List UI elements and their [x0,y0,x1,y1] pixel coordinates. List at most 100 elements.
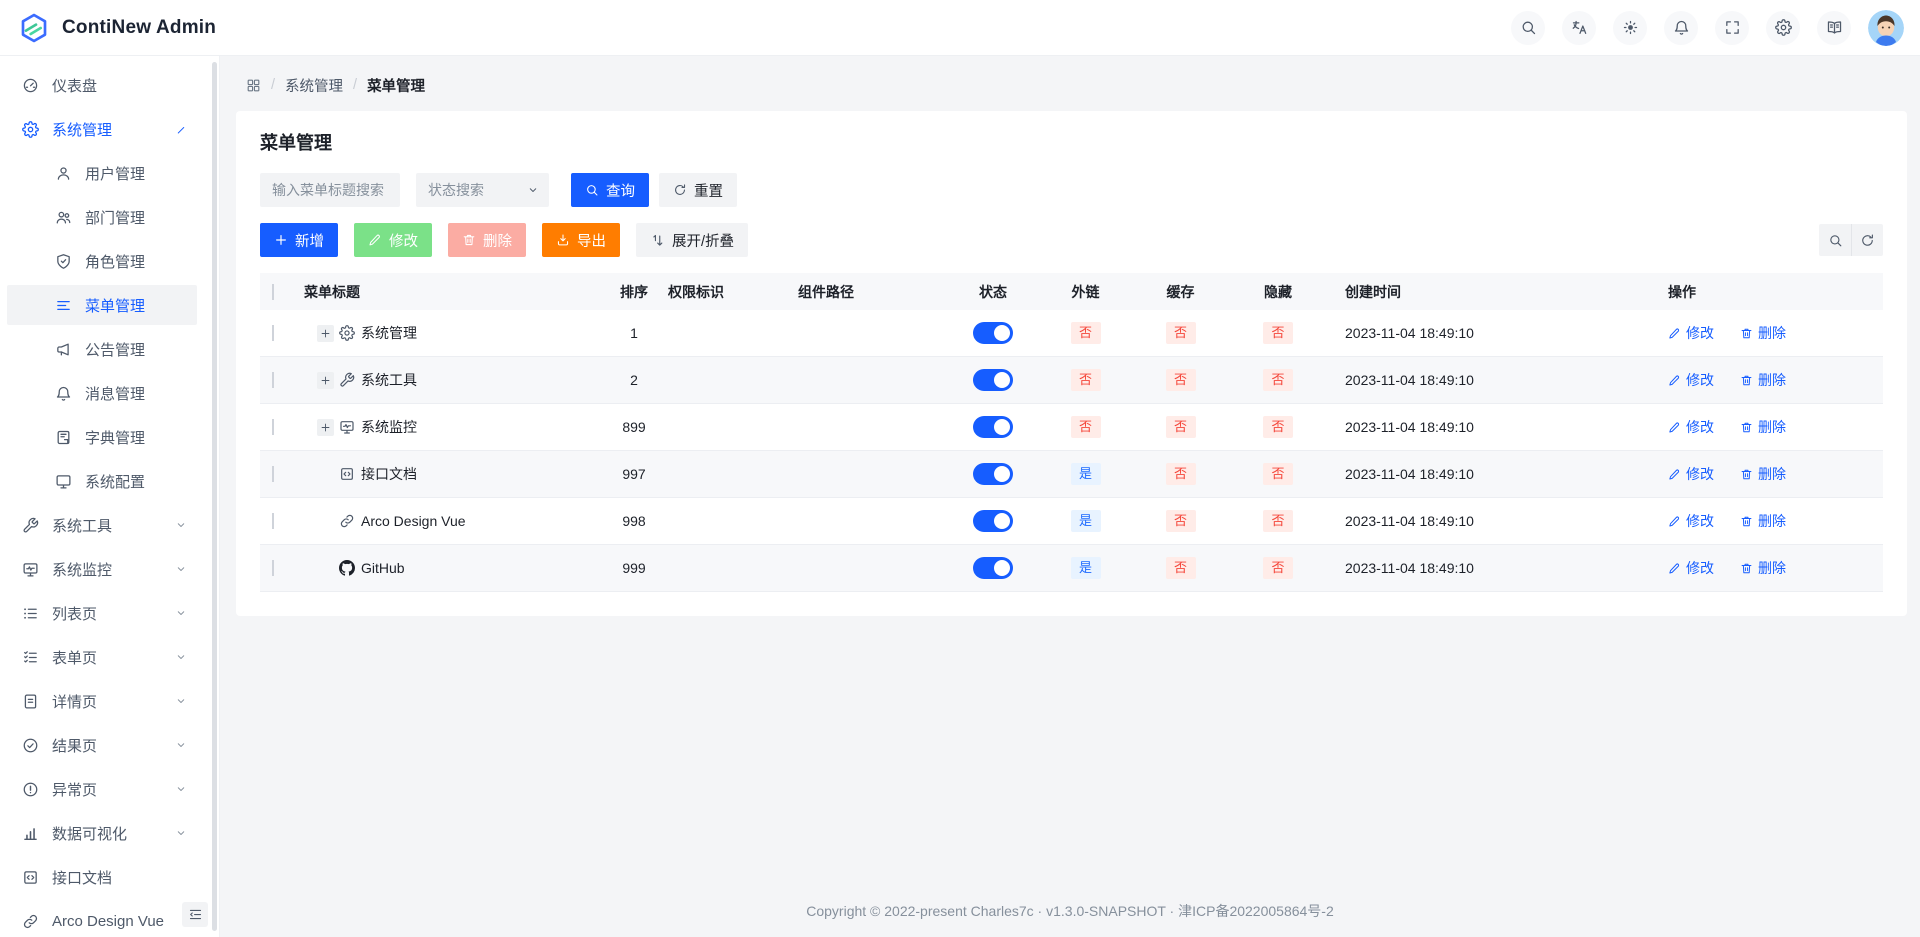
export-button[interactable]: 导出 [542,223,620,257]
docs-button[interactable] [1817,11,1851,45]
table-refresh-button[interactable] [1851,224,1883,256]
translate-button[interactable] [1562,11,1596,45]
select-all-checkbox[interactable] [272,284,274,300]
sidebar-item-system-monitor[interactable]: 系统监控 [7,549,197,589]
sidebar-scrollbar[interactable] [212,62,217,931]
sidebar-item-label: 表单页 [52,647,97,668]
row-delete-link[interactable]: 删除 [1740,417,1786,437]
row-edit-link[interactable]: 修改 [1668,558,1714,578]
sidebar-item-detail-page[interactable]: 详情页 [7,681,197,721]
sidebar-item-system-config[interactable]: 系统配置 [7,461,197,501]
sidebar-item-dept-management[interactable]: 部门管理 [7,197,197,237]
status-toggle[interactable] [973,416,1013,438]
delete-button[interactable]: 删除 [448,223,526,257]
sidebar-item-dict-management[interactable]: 字典管理 [7,417,197,457]
plus-icon [320,422,331,433]
row-delete-link[interactable]: 删除 [1740,511,1786,531]
grid-icon[interactable] [246,78,261,93]
column-header: 缓存 [1133,282,1228,302]
created-time: 2023-11-04 18:49:10 [1328,325,1648,341]
sidebar-collapse-button[interactable] [182,902,208,927]
sidebar-item-arco-design-vue[interactable]: Arco Design Vue [7,901,197,937]
cache-badge: 否 [1166,463,1196,485]
row-edit-label: 修改 [1686,511,1714,531]
sidebar-item-user-management[interactable]: 用户管理 [7,153,197,193]
status-filter-select[interactable]: 状态搜索 [416,173,549,207]
status-toggle[interactable] [973,510,1013,532]
sidebar-item-role-management[interactable]: 角色管理 [7,241,197,281]
row-checkbox[interactable] [272,325,274,341]
edit-button-label: 修改 [389,230,418,251]
expand-row-button[interactable] [317,372,334,389]
expand-row-button[interactable] [317,325,334,342]
expand-row-button[interactable] [317,419,334,436]
sidebar-item-form-page[interactable]: 表单页 [7,637,197,677]
chevron-down-icon [527,184,539,196]
edit-button[interactable]: 修改 [354,223,432,257]
menu-title: 接口文档 [361,464,417,484]
sidebar-item-system-tools[interactable]: 系统工具 [7,505,197,545]
row-edit-link[interactable]: 修改 [1668,370,1714,390]
plus-icon [274,233,288,247]
sidebar-item-exception-page[interactable]: 异常页 [7,769,197,809]
menu-icon [55,297,72,314]
row-delete-link[interactable]: 删除 [1740,370,1786,390]
breadcrumb-item-system[interactable]: 系统管理 [285,75,343,96]
breadcrumb-separator: / [271,77,275,93]
sidebar-item-announcement-management[interactable]: 公告管理 [7,329,197,369]
cache-badge: 否 [1166,369,1196,391]
row-checkbox[interactable] [272,372,274,388]
sidebar-item-result-page[interactable]: 结果页 [7,725,197,765]
sidebar-item-label: 系统工具 [52,515,112,536]
search-icon [1828,233,1843,248]
sidebar-item-data-visualization[interactable]: 数据可视化 [7,813,197,853]
status-toggle[interactable] [973,557,1013,579]
search-button[interactable]: 查询 [571,173,649,207]
sidebar-item-menu-management[interactable]: 菜单管理 [7,285,197,325]
alert-circle-icon [22,781,39,798]
table-search-button[interactable] [1819,224,1851,256]
user-avatar[interactable] [1868,10,1904,46]
row-checkbox[interactable] [272,466,274,482]
row-checkbox[interactable] [272,419,274,435]
search-button[interactable] [1511,11,1545,45]
sidebar-item-label: 菜单管理 [85,295,145,316]
sort-icon [650,233,665,248]
reset-button[interactable]: 重置 [659,173,737,207]
fullscreen-button[interactable] [1715,11,1749,45]
row-delete-link[interactable]: 删除 [1740,558,1786,578]
status-toggle[interactable] [973,463,1013,485]
row-edit-link[interactable]: 修改 [1668,323,1714,343]
expand-collapse-button[interactable]: 展开/折叠 [636,223,748,257]
sidebar-item-label: 部门管理 [85,207,145,228]
sidebar-item-label: 系统监控 [52,559,112,580]
settings-button[interactable] [1766,11,1800,45]
plus-icon [320,375,331,386]
sidebar-item-dashboard[interactable]: 仪表盘 [7,65,197,105]
sidebar-item-label: 接口文档 [52,867,112,888]
menu-title-search-input[interactable] [260,173,400,207]
sidebar-item-api-docs[interactable]: 接口文档 [7,857,197,897]
row-edit-link[interactable]: 修改 [1668,417,1714,437]
row-checkbox[interactable] [272,560,274,576]
refresh-icon [1860,233,1875,248]
status-toggle[interactable] [973,369,1013,391]
status-toggle[interactable] [973,322,1013,344]
row-edit-link[interactable]: 修改 [1668,511,1714,531]
sidebar-item-list-page[interactable]: 列表页 [7,593,197,633]
table-row: Arco Design Vue998是否否2023-11-04 18:49:10… [260,498,1883,545]
docs-icon [1826,19,1843,36]
row-checkbox[interactable] [272,513,274,529]
row-delete-link[interactable]: 删除 [1740,464,1786,484]
add-button[interactable]: 新增 [260,223,338,257]
notification-button[interactable] [1664,11,1698,45]
sidebar-item-system-management[interactable]: 系统管理 [7,109,197,149]
theme-button[interactable] [1613,11,1647,45]
page-title: 菜单管理 [260,131,1883,156]
search-icon [1520,19,1537,36]
sidebar-item-message-management[interactable]: 消息管理 [7,373,197,413]
row-delete-link[interactable]: 删除 [1740,323,1786,343]
row-edit-link[interactable]: 修改 [1668,464,1714,484]
sidebar-menu: 仪表盘系统管理用户管理部门管理角色管理菜单管理公告管理消息管理字典管理系统配置系… [0,65,219,937]
column-header: 组件路径 [798,282,948,302]
